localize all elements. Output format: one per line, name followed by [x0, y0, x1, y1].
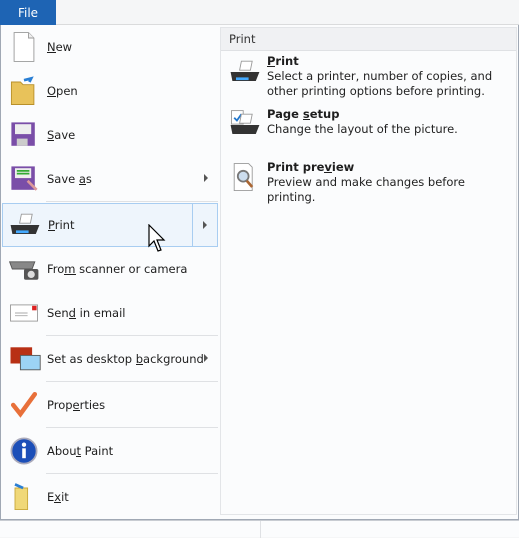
- desktop-background-icon: [10, 347, 41, 371]
- submenu-item-print-preview[interactable]: Print preview Preview and make changes be…: [227, 160, 507, 205]
- print-submenu: Print Print Select a printer, number of c…: [220, 27, 517, 515]
- ribbon-bar: File: [0, 0, 519, 25]
- accelerator-underline: [324, 172, 332, 173]
- printer-icon-wrap: [227, 54, 267, 90]
- submenu-item-page-setup[interactable]: Page setup Change the layout of the pictu…: [227, 107, 507, 143]
- accelerator-underline: [54, 502, 62, 503]
- accelerator-underline: [68, 318, 76, 319]
- print-preview-icon: [233, 163, 254, 192]
- menu-item-from-scanner-or-camera[interactable]: From scanner or camera: [2, 247, 218, 291]
- menu-item-send-in-email[interactable]: Send in email: [2, 291, 218, 335]
- printer-icon-wrap: [3, 203, 47, 247]
- printer-icon: [10, 213, 40, 234]
- submenu-item-title: Print preview: [267, 160, 355, 174]
- accelerator-underline: [302, 119, 310, 120]
- menu-item-label: New: [47, 40, 73, 54]
- exit-icon: [14, 483, 29, 511]
- menu-item-label: Set as desktop background: [47, 352, 204, 366]
- menu-separator: [46, 473, 218, 474]
- menu-item-set-as-desktop-background[interactable]: Set as desktop background: [2, 337, 218, 381]
- file-tab[interactable]: File: [0, 0, 56, 25]
- info-icon: [10, 437, 38, 465]
- accelerator-underline: [76, 456, 82, 457]
- page-setup-icon: [230, 110, 260, 134]
- submenu-item-title: Print: [267, 54, 299, 68]
- save-as-icon-wrap: [2, 157, 46, 201]
- submenu-item-title: Page setup: [267, 107, 340, 121]
- new-document-icon-wrap: [2, 25, 46, 69]
- menu-item-open[interactable]: Open: [2, 69, 218, 113]
- submenu-item-description: Preview and make changes before printing…: [267, 175, 465, 204]
- menu-separator: [46, 427, 218, 428]
- menu-item-label: Send in email: [47, 306, 126, 320]
- submenu-item-print[interactable]: Print Select a printer, number of copies,…: [227, 54, 507, 99]
- scanner-camera-icon-wrap: [2, 247, 46, 291]
- status-bar: [0, 520, 519, 538]
- open-folder-icon-wrap: [2, 69, 46, 113]
- menu-item-properties[interactable]: Properties: [2, 383, 218, 427]
- accelerator-underline: [78, 184, 86, 185]
- accelerator-underline: [47, 52, 56, 53]
- email-icon-wrap: [2, 291, 46, 335]
- menu-item-about-paint[interactable]: About Paint: [2, 429, 218, 473]
- menu-separator: [46, 381, 218, 382]
- status-divider: [260, 521, 261, 538]
- submenu-item-description: Select a printer, number of copies, and …: [267, 69, 493, 98]
- accelerator-underline: [47, 140, 55, 141]
- menu-item-label: About Paint: [47, 444, 114, 458]
- checkmark-icon: [10, 391, 38, 418]
- accelerator-underline: [267, 66, 276, 67]
- email-icon: [10, 304, 38, 322]
- save-floppy-icon: [11, 122, 35, 146]
- submenu-header: Print: [221, 28, 516, 51]
- mouse-cursor-icon: [148, 224, 166, 252]
- file-menu: New Open Save Save as Print From scanner or c…: [0, 25, 519, 520]
- print-preview-icon-wrap: [227, 160, 267, 196]
- accelerator-underline: [72, 410, 80, 411]
- page-setup-icon-wrap: [227, 107, 267, 143]
- menu-separator: [46, 335, 218, 336]
- submenu-item-description: Change the layout of the picture.: [267, 122, 458, 136]
- menu-item-exit[interactable]: Exit: [2, 475, 218, 519]
- save-as-icon: [11, 166, 38, 191]
- checkmark-icon-wrap: [2, 383, 46, 427]
- menu-item-save[interactable]: Save: [2, 113, 218, 157]
- new-document-icon: [13, 32, 35, 62]
- submenu-arrow-icon[interactable]: [204, 174, 208, 182]
- exit-icon-wrap: [2, 475, 46, 519]
- accelerator-underline: [48, 230, 55, 231]
- submenu-arrow-icon[interactable]: [203, 221, 207, 229]
- menu-item-label: Properties: [47, 398, 106, 412]
- accelerator-underline: [135, 364, 144, 365]
- printer-icon: [230, 60, 260, 81]
- menu-item-label: Exit: [47, 490, 69, 504]
- menu-item-print[interactable]: Print: [2, 203, 218, 247]
- menu-item-new[interactable]: New: [2, 25, 218, 69]
- open-folder-icon: [10, 76, 35, 105]
- submenu-arrow-icon[interactable]: [204, 354, 208, 362]
- scanner-camera-icon: [8, 261, 39, 280]
- menu-item-label: Save as: [47, 172, 92, 186]
- submenu-split: [192, 204, 193, 246]
- save-floppy-icon-wrap: [2, 113, 46, 157]
- menu-separator: [46, 201, 218, 202]
- info-icon-wrap: [2, 429, 46, 473]
- menu-item-save-as[interactable]: Save as: [2, 157, 218, 201]
- file-menu-items: New Open Save Save as Print From scanner or c…: [1, 25, 219, 520]
- menu-item-label: Save: [47, 128, 76, 142]
- accelerator-underline: [47, 96, 57, 97]
- desktop-background-icon-wrap: [2, 337, 46, 381]
- menu-item-label: From scanner or camera: [47, 262, 188, 276]
- menu-item-label: Open: [47, 84, 78, 98]
- accelerator-underline: [64, 274, 76, 275]
- menu-item-label: Print: [48, 218, 75, 232]
